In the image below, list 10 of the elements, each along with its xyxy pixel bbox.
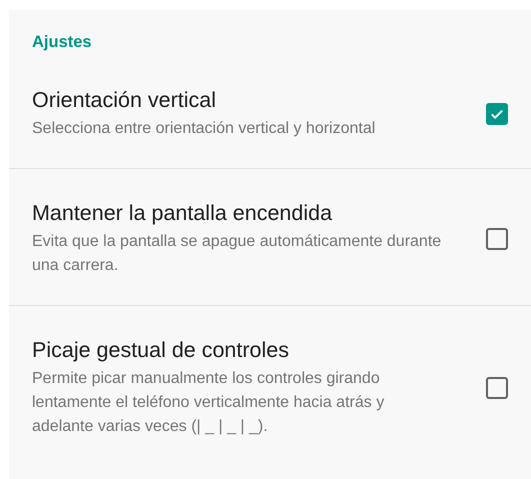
setting-description: Evita que la pantalla se apague automáticamente durante una carrera.: [32, 232, 442, 276]
section-title: Ajustes: [31, 32, 93, 53]
setting-description: Permite picar manualmente los controles girando lentamente el teléfono verticalmente hacia atrás y adelante varias veces (| _ | _ | _).: [32, 369, 386, 437]
checkbox[interactable]: [486, 228, 508, 250]
checkbox[interactable]: [486, 102, 508, 124]
setting-title: Orientación vertical: [32, 87, 218, 114]
setting-description: Selecciona entre orientación vertical y horizontal: [32, 119, 376, 139]
setting-title: Mantener la pantalla encendida: [32, 200, 334, 227]
setting-title: Picaje gestual de controles: [32, 337, 290, 364]
checkbox[interactable]: [486, 376, 508, 398]
